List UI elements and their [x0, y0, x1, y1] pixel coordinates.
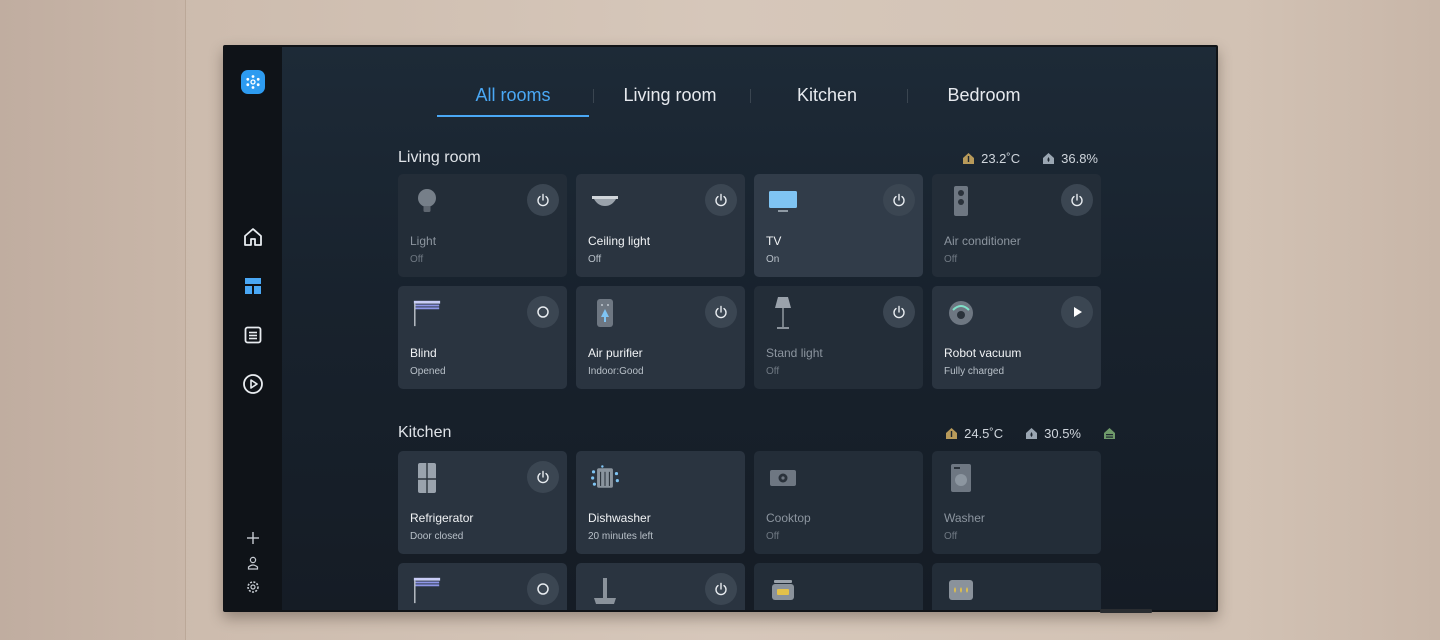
living-room-env: 23.2˚C 36.8%	[962, 151, 1098, 166]
device-card-washer[interactable]: Washer Off	[932, 451, 1101, 554]
tab-living-room[interactable]: Living room	[594, 83, 746, 117]
person-icon[interactable]	[245, 555, 261, 571]
power-button[interactable]	[527, 461, 559, 493]
tab-all-rooms[interactable]: All rooms	[437, 83, 589, 117]
air-purifier-icon	[590, 298, 620, 328]
device-status: On	[766, 254, 780, 265]
power-button[interactable]	[883, 296, 915, 328]
power-button[interactable]	[705, 296, 737, 328]
device-card-rice-cooker[interactable]	[754, 563, 923, 610]
device-card-blind[interactable]: Blind Opened	[398, 286, 567, 389]
dishwasher-icon	[590, 463, 620, 493]
stand-light-icon	[768, 297, 798, 329]
power-button[interactable]	[705, 573, 737, 605]
device-status: Off	[410, 254, 424, 265]
rice-cooker-icon	[768, 575, 798, 605]
device-status: Off	[588, 254, 602, 265]
home-icon[interactable]	[241, 225, 265, 249]
device-card-air-conditioner[interactable]: Air conditioner Off	[932, 174, 1101, 277]
sidebar	[225, 47, 282, 610]
air-conditioner-icon	[946, 186, 976, 216]
device-card-oven[interactable]	[932, 563, 1101, 610]
device-card-cooktop[interactable]: Cooktop Off	[754, 451, 923, 554]
device-card-kitchen-blind[interactable]	[398, 563, 567, 610]
circle-toggle-button[interactable]	[527, 296, 559, 328]
washer-icon	[946, 463, 976, 493]
tab-kitchen[interactable]: Kitchen	[751, 83, 903, 117]
device-card-ceiling-light[interactable]: Ceiling light Off	[576, 174, 745, 277]
device-name: Cooktop	[766, 511, 811, 525]
blind-icon	[412, 575, 442, 605]
section-title-kitchen: Kitchen	[398, 424, 452, 441]
add-icon[interactable]	[245, 530, 261, 546]
device-name: Robot vacuum	[944, 346, 1022, 360]
device-name: Air purifier	[588, 346, 643, 360]
device-card-stand-light[interactable]: Stand light Off	[754, 286, 923, 389]
device-card-refrigerator[interactable]: Refrigerator Door closed	[398, 451, 567, 554]
list-icon[interactable]	[241, 323, 265, 347]
settings-icon[interactable]	[245, 579, 261, 595]
device-status: Off	[766, 366, 780, 377]
device-status: Indoor:Good	[588, 366, 644, 377]
device-name: Ceiling light	[588, 234, 651, 248]
circle-toggle-button[interactable]	[527, 573, 559, 605]
device-status: 20 minutes left	[588, 531, 654, 542]
refrigerator-icon	[412, 463, 442, 493]
humidity-icon	[1026, 428, 1038, 439]
device-status: Fully charged	[944, 366, 1005, 377]
power-button[interactable]	[527, 184, 559, 216]
living-humidity: 36.8%	[1061, 151, 1098, 166]
wall-background	[0, 0, 186, 640]
ceiling-light-icon	[590, 186, 620, 216]
device-name: Air conditioner	[944, 234, 1021, 248]
tv-icon	[768, 186, 798, 216]
kitchen-env: 24.5˚C 30.5%	[945, 426, 1116, 441]
blind-icon	[412, 298, 442, 328]
cooktop-icon	[768, 463, 798, 493]
device-status: Off	[766, 531, 780, 542]
tv-screen: All rooms Living room Kitchen Bedroom Li…	[225, 47, 1216, 610]
temperature-icon	[963, 153, 975, 164]
play-icon[interactable]	[241, 372, 265, 396]
light-bulb-icon	[412, 186, 442, 216]
device-card-air-purifier[interactable]: Air purifier Indoor:Good	[576, 286, 745, 389]
device-card-light[interactable]: Light Off	[398, 174, 567, 277]
smartthings-logo-icon[interactable]	[241, 70, 265, 94]
tab-bedroom[interactable]: Bedroom	[908, 83, 1060, 117]
section-title-living-room: Living room	[398, 149, 481, 166]
tv-stand	[1100, 609, 1152, 613]
room-tabs: All rooms Living room Kitchen Bedroom	[437, 83, 1069, 117]
device-card-robot-vacuum[interactable]: Robot vacuum Fully charged	[932, 286, 1101, 389]
tv-frame: All rooms Living room Kitchen Bedroom Li…	[223, 45, 1218, 612]
kitchen-humidity: 30.5%	[1044, 426, 1081, 441]
device-name: Stand light	[766, 346, 823, 360]
temperature-icon	[946, 428, 958, 439]
device-name: Washer	[944, 511, 985, 525]
living-temperature: 23.2˚C	[981, 151, 1021, 166]
range-hood-icon	[590, 575, 620, 605]
power-button[interactable]	[705, 184, 737, 216]
humidity-icon	[1043, 153, 1055, 164]
power-button[interactable]	[883, 184, 915, 216]
device-status: Door closed	[410, 531, 464, 542]
device-name: TV	[766, 234, 782, 248]
dashboard-icon[interactable]	[241, 274, 265, 298]
device-status: Off	[944, 531, 958, 542]
air-quality-icon	[1104, 428, 1115, 439]
device-name: Blind	[410, 346, 437, 360]
device-status: Opened	[410, 366, 446, 377]
device-card-range-hood[interactable]	[576, 563, 745, 610]
device-card-dishwasher[interactable]: Dishwasher 20 minutes left	[576, 451, 745, 554]
device-name: Dishwasher	[588, 511, 651, 525]
device-name: Refrigerator	[410, 511, 474, 525]
kitchen-temperature: 24.5˚C	[964, 426, 1004, 441]
play-button[interactable]	[1061, 296, 1093, 328]
robot-vacuum-icon	[946, 298, 976, 328]
power-button[interactable]	[1061, 184, 1093, 216]
device-status: Off	[944, 254, 958, 265]
oven-icon	[946, 575, 976, 605]
device-card-tv[interactable]: TV On	[754, 174, 923, 277]
device-name: Light	[410, 234, 437, 248]
